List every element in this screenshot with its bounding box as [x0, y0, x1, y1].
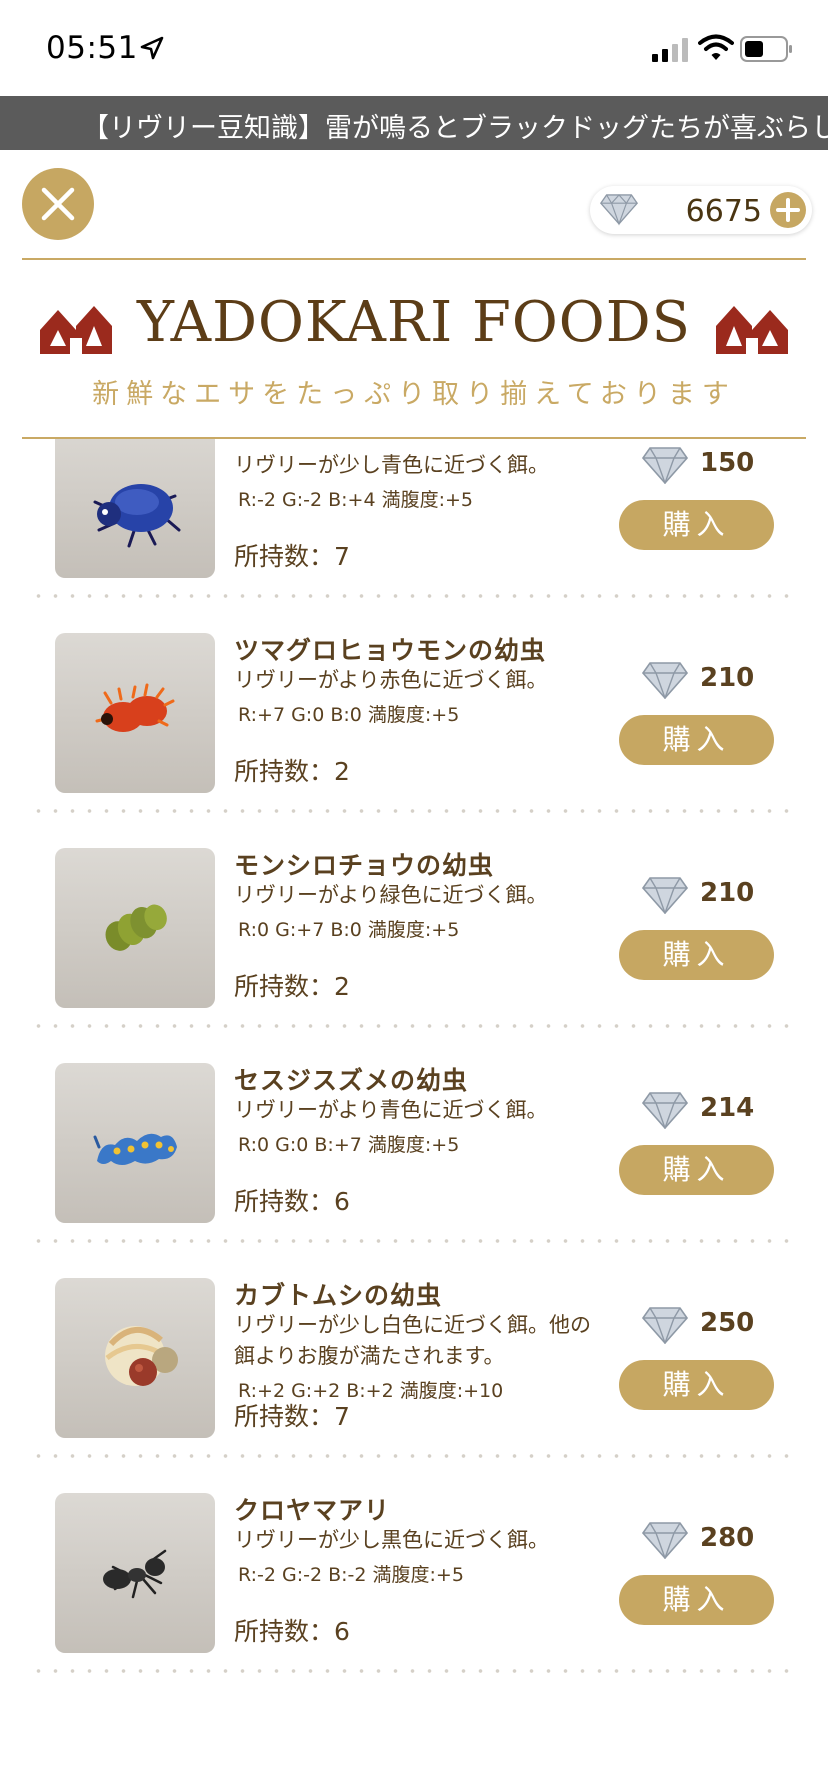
food-list[interactable]: リヴリーが少し青色に近づく餌。 R:-2 G:-2 B:+4 満腹度:+5 所持…	[0, 439, 828, 1792]
item-name: セスジスズメの幼虫	[234, 1066, 469, 1095]
item-owned: 所持数：2	[234, 967, 350, 1003]
owned-count: 2	[334, 972, 350, 1001]
buy-button[interactable]: 購入	[619, 930, 774, 980]
item-divider	[30, 1669, 798, 1673]
blue-caterpillar-icon	[93, 1133, 177, 1165]
item-price: 250	[700, 1308, 755, 1338]
news-ticker: 【リヴリー豆知識】雷が鳴るとブラックドッグたちが喜ぶらしい	[0, 96, 828, 150]
item-description: リヴリーがより緑色に近づく餌。	[234, 883, 548, 907]
header-divider	[22, 258, 806, 260]
item-price: 210	[700, 878, 755, 908]
plus-icon	[776, 198, 800, 222]
gem-count: 6675	[685, 194, 762, 229]
item-divider	[30, 1239, 798, 1243]
battery-icon	[740, 36, 792, 62]
red-caterpillar-icon	[95, 683, 175, 732]
owned-label: 所持数：	[234, 757, 335, 786]
beetle-icon	[93, 484, 181, 548]
item-price: 150	[700, 448, 755, 478]
item-description: リヴリーが少し青色に近づく餌。	[234, 453, 549, 477]
list-item: セスジスズメの幼虫 リヴリーがより青色に近づく餌。 R:0 G:0 B:+7 満…	[0, 1037, 828, 1252]
owned-label: 所持数：	[234, 1187, 335, 1216]
item-divider	[30, 1454, 798, 1458]
item-stats: R:-2 G:-2 B:+4 満腹度:+5	[238, 489, 474, 511]
ticker-text: 【リヴリー豆知識】雷が鳴るとブラックドッグたちが喜ぶらしい	[82, 113, 828, 144]
item-name: ツマグロヒョウモンの幼虫	[234, 636, 547, 665]
buy-button[interactable]: 購入	[619, 1575, 774, 1625]
wifi-icon	[698, 34, 734, 60]
add-gems-button[interactable]	[770, 192, 806, 228]
owned-label: 所持数：	[234, 1617, 335, 1646]
cellular-signal-icon	[652, 38, 688, 62]
owned-count: 6	[334, 1617, 350, 1646]
item-stats: R:0 G:+7 B:0 満腹度:+5	[238, 919, 460, 941]
diamond-icon	[642, 662, 688, 699]
item-stats: R:0 G:0 B:+7 満腹度:+5	[238, 1134, 460, 1156]
shop-title: YADOKARI FOODS	[137, 290, 691, 355]
item-price: 280	[700, 1523, 755, 1553]
item-divider	[30, 1024, 798, 1028]
list-item: モンシロチョウの幼虫 リヴリーがより緑色に近づく餌。 R:0 G:+7 B:0 …	[0, 822, 828, 1037]
buy-button[interactable]: 購入	[619, 1360, 774, 1410]
shop-logo: YADOKARI FOODS	[36, 290, 792, 360]
item-thumbnail	[55, 848, 215, 1008]
item-divider	[30, 809, 798, 813]
list-item: ツマグロヒョウモンの幼虫 リヴリーがより赤色に近づく餌。 R:+7 G:0 B:…	[0, 607, 828, 822]
item-thumbnail	[55, 1493, 215, 1653]
item-price: 214	[700, 1093, 755, 1123]
item-thumbnail	[55, 1063, 215, 1223]
owned-label: 所持数：	[234, 1402, 335, 1431]
shop-tagline: 新鮮なエサをたっぷり取り揃えております	[92, 379, 736, 410]
item-description: リヴリーが少し白色に近づく餌。他の餌よりお腹が満たされます。	[234, 1313, 591, 1368]
item-stats: R:+7 G:0 B:0 満腹度:+5	[238, 704, 460, 726]
owned-label: 所持数：	[234, 542, 335, 571]
item-thumbnail	[55, 1278, 215, 1438]
buy-button[interactable]: 購入	[619, 715, 774, 765]
item-description: リヴリーがより赤色に近づく餌。	[234, 668, 548, 692]
item-name: クロヤマアリ	[234, 1496, 391, 1525]
owned-count: 6	[334, 1187, 350, 1216]
item-owned: 所持数：7	[234, 537, 350, 573]
item-description: リヴリーが少し黒色に近づく餌。	[234, 1528, 549, 1552]
grub-icon	[105, 1326, 178, 1386]
diamond-icon	[642, 1522, 688, 1559]
location-arrow-icon	[140, 36, 164, 60]
diamond-icon	[600, 194, 638, 226]
item-thumbnail	[55, 633, 215, 793]
buy-button[interactable]: 購入	[619, 500, 774, 550]
owned-count: 2	[334, 757, 350, 786]
item-name: モンシロチョウの幼虫	[234, 851, 495, 880]
item-owned: 所持数：7	[234, 1397, 350, 1433]
item-stats: R:-2 G:-2 B:-2 満腹度:+5	[238, 1564, 464, 1586]
diamond-icon	[642, 877, 688, 914]
item-price: 210	[700, 663, 755, 693]
diamond-icon	[642, 447, 688, 484]
status-time: 05:51	[46, 30, 138, 66]
item-owned: 所持数：6	[234, 1612, 350, 1648]
item-owned: 所持数：6	[234, 1182, 350, 1218]
close-icon	[41, 187, 75, 221]
shop-emblem-icon	[716, 306, 788, 354]
list-item: リヴリーが少し青色に近づく餌。 R:-2 G:-2 B:+4 満腹度:+5 所持…	[0, 439, 828, 607]
buy-button[interactable]: 購入	[619, 1145, 774, 1195]
item-description: リヴリーがより青色に近づく餌。	[234, 1098, 548, 1122]
item-owned: 所持数：2	[234, 752, 350, 788]
owned-count: 7	[334, 542, 350, 571]
close-button[interactable]	[22, 168, 94, 240]
item-divider	[30, 594, 798, 598]
list-item: カブトムシの幼虫 リヴリーが少し白色に近づく餌。他の餌よりお腹が満たされます。 …	[0, 1252, 828, 1467]
owned-count: 7	[334, 1402, 350, 1431]
status-bar: 05:51	[0, 0, 828, 96]
item-name: カブトムシの幼虫	[234, 1281, 443, 1310]
shop-emblem-icon	[40, 306, 112, 354]
list-item: クロヤマアリ リヴリーが少し黒色に近づく餌。 R:-2 G:-2 B:-2 満腹…	[0, 1467, 828, 1682]
owned-label: 所持数：	[234, 972, 335, 1001]
green-caterpillar-icon	[105, 904, 167, 951]
item-thumbnail	[55, 439, 215, 578]
gem-balance: 6675	[590, 186, 812, 234]
ant-icon	[103, 1549, 167, 1599]
diamond-icon	[642, 1092, 688, 1129]
diamond-icon	[642, 1307, 688, 1344]
